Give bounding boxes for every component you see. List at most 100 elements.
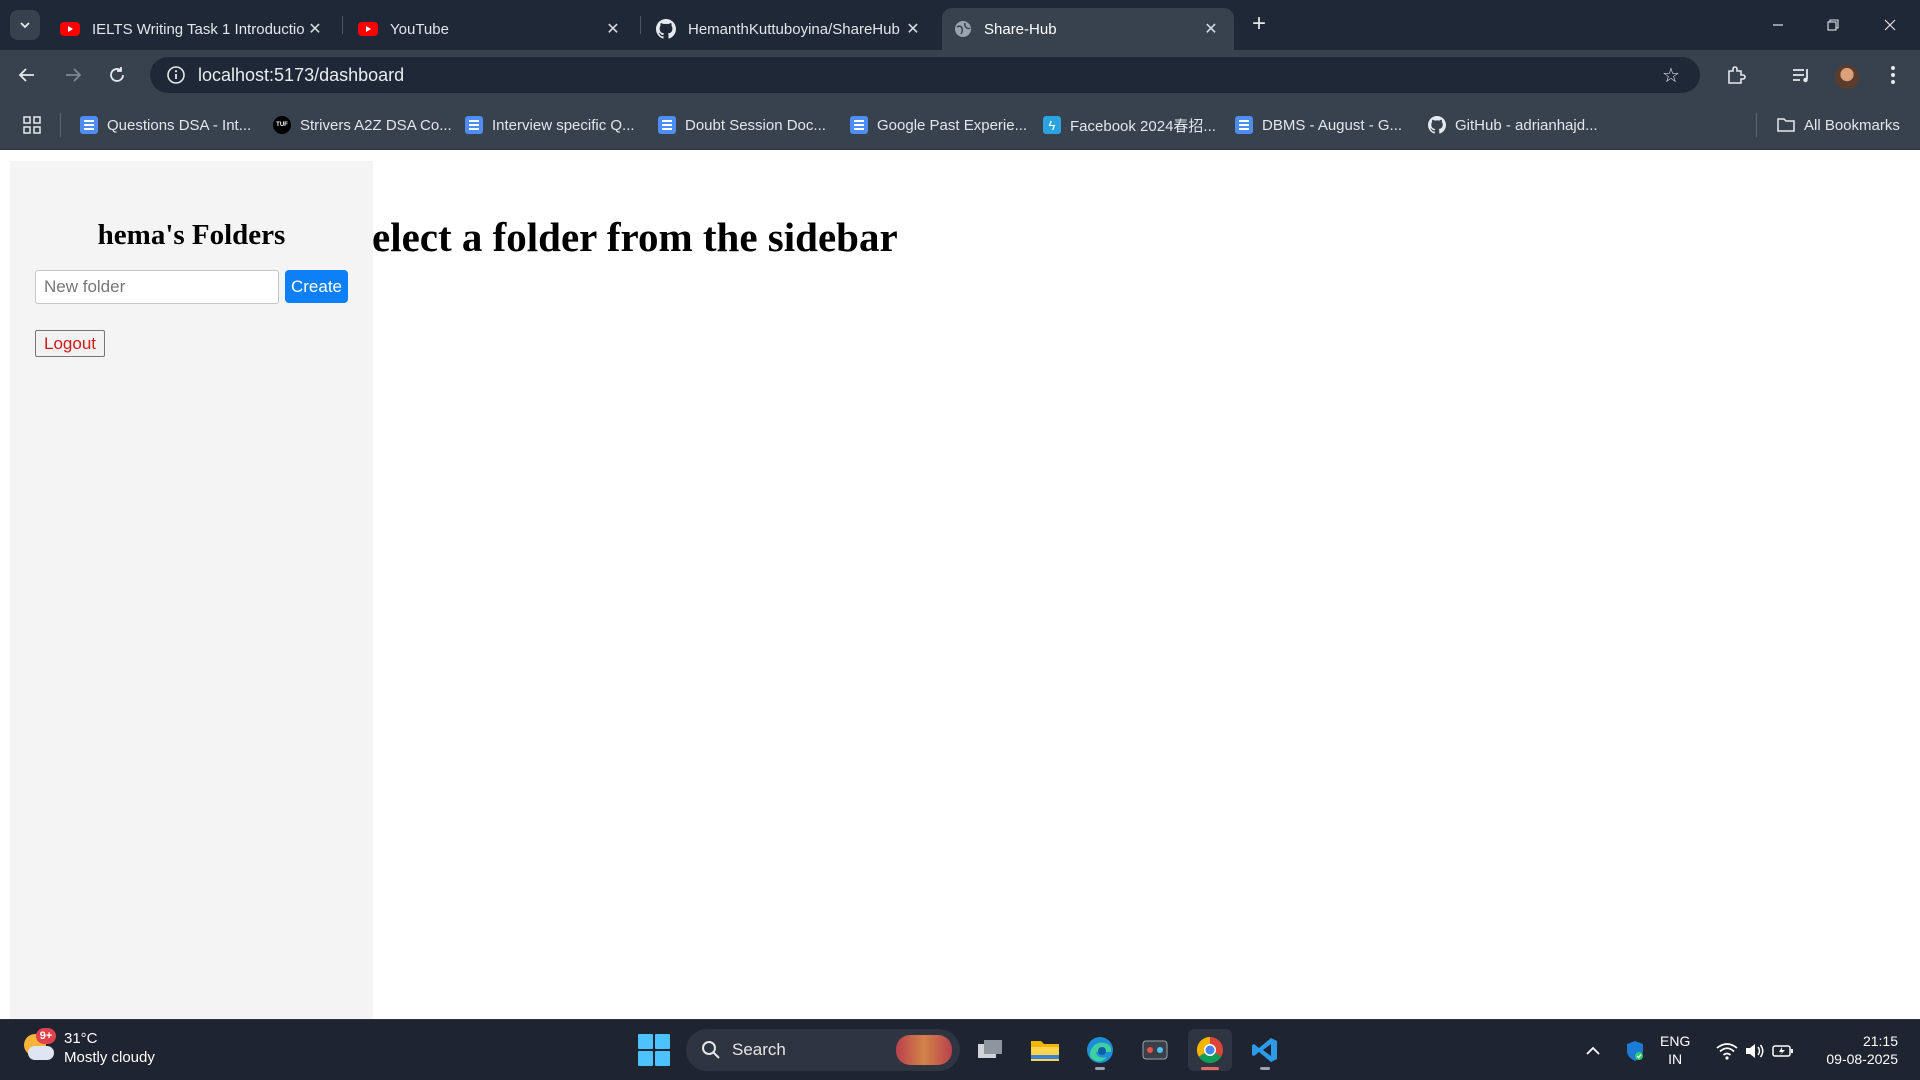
volume-icon (1746, 1043, 1764, 1058)
tab-ielts[interactable]: IELTS Writing Task 1 Introductio ✕ (48, 8, 338, 50)
globe-icon (955, 21, 971, 37)
folder-icon (1777, 118, 1795, 132)
bookmark-item[interactable]: TUF Strivers A2Z DSA Co... (273, 113, 452, 137)
arrow-right-icon (66, 68, 82, 82)
snipping-icon (1142, 1040, 1168, 1060)
address-bar[interactable]: localhost:5173/dashboard ☆ (150, 57, 1700, 93)
vscode-button[interactable] (1243, 1029, 1287, 1071)
file-explorer-icon (1031, 1041, 1059, 1061)
url-text[interactable]: localhost:5173/dashboard (198, 65, 1656, 86)
create-folder-button[interactable]: Create (285, 270, 348, 303)
bookmark-star-icon[interactable]: ☆ (1656, 63, 1686, 88)
bookmarks-bar: Questions DSA - Int... TUF Strivers A2Z … (0, 100, 1920, 150)
shield-icon (1627, 1040, 1643, 1061)
bookmark-item[interactable]: ϟ Facebook 2024春招... (1043, 113, 1216, 137)
media-controls-button[interactable] (1786, 60, 1816, 90)
edge-icon (1087, 1037, 1113, 1063)
docs-icon (658, 116, 676, 134)
edge-button[interactable] (1078, 1029, 1122, 1071)
close-icon (1884, 19, 1896, 31)
tuf-icon: TUF (273, 116, 291, 134)
taskbar-search[interactable]: Search (686, 1029, 960, 1071)
tab-share-hub[interactable]: Share-Hub ✕ (942, 8, 1234, 50)
reload-icon (110, 67, 124, 82)
network-volume-battery[interactable] (1714, 1020, 1796, 1080)
close-window-button[interactable] (1870, 10, 1910, 40)
tab-title: YouTube (390, 20, 449, 38)
menu-button[interactable] (1878, 60, 1908, 90)
vscode-icon (1252, 1038, 1277, 1062)
more-vertical-icon (1891, 66, 1895, 84)
close-icon[interactable]: ✕ (604, 19, 622, 39)
windows-taskbar: 9+ 31°C Mostly cloudy Search ENG IN 21:1… (0, 1019, 1920, 1080)
main-heading: elect a folder from the sidebar (372, 214, 898, 260)
logout-button[interactable]: Logout (35, 330, 105, 357)
start-button[interactable] (638, 1034, 670, 1066)
tab-title: HemanthKuttuboyina/ShareHub (688, 20, 900, 38)
language-code: ENG (1660, 1033, 1691, 1049)
arrow-left-icon (18, 68, 34, 82)
profile-avatar[interactable] (1835, 65, 1859, 89)
search-highlight-image (896, 1035, 952, 1065)
windows-logo-icon (638, 1034, 653, 1049)
minimize-button[interactable] (1758, 10, 1798, 40)
weather-description: Mostly cloudy (64, 1049, 155, 1066)
docs-icon (80, 116, 98, 134)
reload-button[interactable] (102, 60, 132, 90)
all-bookmarks-label: All Bookmarks (1804, 116, 1900, 134)
bookmark-label: DBMS - August - G... (1262, 116, 1403, 134)
bookmark-label: Facebook 2024春招... (1070, 117, 1216, 135)
chrome-button[interactable] (1188, 1029, 1232, 1071)
task-view-button[interactable] (968, 1029, 1012, 1071)
bookmark-item[interactable]: Google Past Experie... (850, 113, 1027, 137)
new-tab-button[interactable]: + (1246, 12, 1272, 38)
weather-temperature: 31°C (64, 1030, 98, 1047)
notification-badge: 9+ (36, 1028, 56, 1044)
bookmark-item[interactable]: Questions DSA - Int... (80, 113, 251, 137)
forward-button[interactable] (58, 60, 88, 90)
file-explorer-button[interactable] (1023, 1029, 1067, 1071)
all-bookmarks-button[interactable]: All Bookmarks (1776, 113, 1900, 137)
bookmark-label: GitHub - adrianhajd... (1455, 116, 1598, 134)
site-info-button[interactable] (158, 65, 194, 85)
bookmark-item[interactable]: GitHub - adrianhajd... (1428, 113, 1598, 137)
bookmarks-divider (60, 113, 61, 137)
tab-search-button[interactable] (10, 10, 40, 40)
bolt-icon: ϟ (1043, 116, 1061, 134)
tab-youtube[interactable]: YouTube ✕ (346, 8, 636, 50)
media-queue-icon (1793, 69, 1808, 83)
language-indicator[interactable]: ENG IN (1660, 1032, 1690, 1068)
browser-toolbar: localhost:5173/dashboard ☆ (0, 50, 1920, 100)
bookmark-item[interactable]: DBMS - August - G... (1235, 113, 1402, 137)
chevron-up-icon (1586, 1046, 1600, 1055)
github-icon (656, 19, 676, 39)
weather-widget[interactable]: 9+ 31°C Mostly cloudy (20, 1028, 155, 1066)
new-folder-input[interactable] (35, 270, 279, 304)
restore-button[interactable] (1813, 10, 1853, 40)
bookmark-item[interactable]: Interview specific Q... (465, 113, 635, 137)
close-icon[interactable]: ✕ (904, 19, 922, 39)
tab-title: IELTS Writing Task 1 Introductio (92, 20, 305, 38)
puzzle-icon (1728, 66, 1746, 84)
system-clock[interactable]: 21:15 09-08-2025 (1808, 1032, 1898, 1068)
back-button[interactable] (12, 60, 42, 90)
minimize-icon (1773, 24, 1783, 26)
bookmark-label: Interview specific Q... (492, 116, 635, 134)
close-icon[interactable]: ✕ (306, 19, 324, 39)
apps-grid-icon (23, 116, 41, 134)
extensions-button[interactable] (1721, 60, 1751, 90)
show-hidden-icons-button[interactable] (1580, 1020, 1606, 1080)
bookmarks-divider (1756, 113, 1757, 137)
sidebar-title: hema's Folders (97, 219, 286, 251)
weather-cloudy-icon: 9+ (20, 1028, 56, 1066)
tab-separator (640, 16, 641, 34)
tab-github-sharehub[interactable]: HemanthKuttuboyina/ShareHub ✕ (644, 8, 936, 50)
security-tray-button[interactable] (1620, 1020, 1650, 1080)
close-icon[interactable]: ✕ (1202, 19, 1220, 39)
snipping-tool-button[interactable] (1133, 1029, 1177, 1071)
bookmark-item[interactable]: Doubt Session Doc... (658, 113, 826, 137)
restore-icon (1827, 19, 1839, 31)
apps-button[interactable] (22, 113, 42, 137)
search-icon (700, 1039, 722, 1061)
bookmark-label: Doubt Session Doc... (685, 116, 826, 134)
